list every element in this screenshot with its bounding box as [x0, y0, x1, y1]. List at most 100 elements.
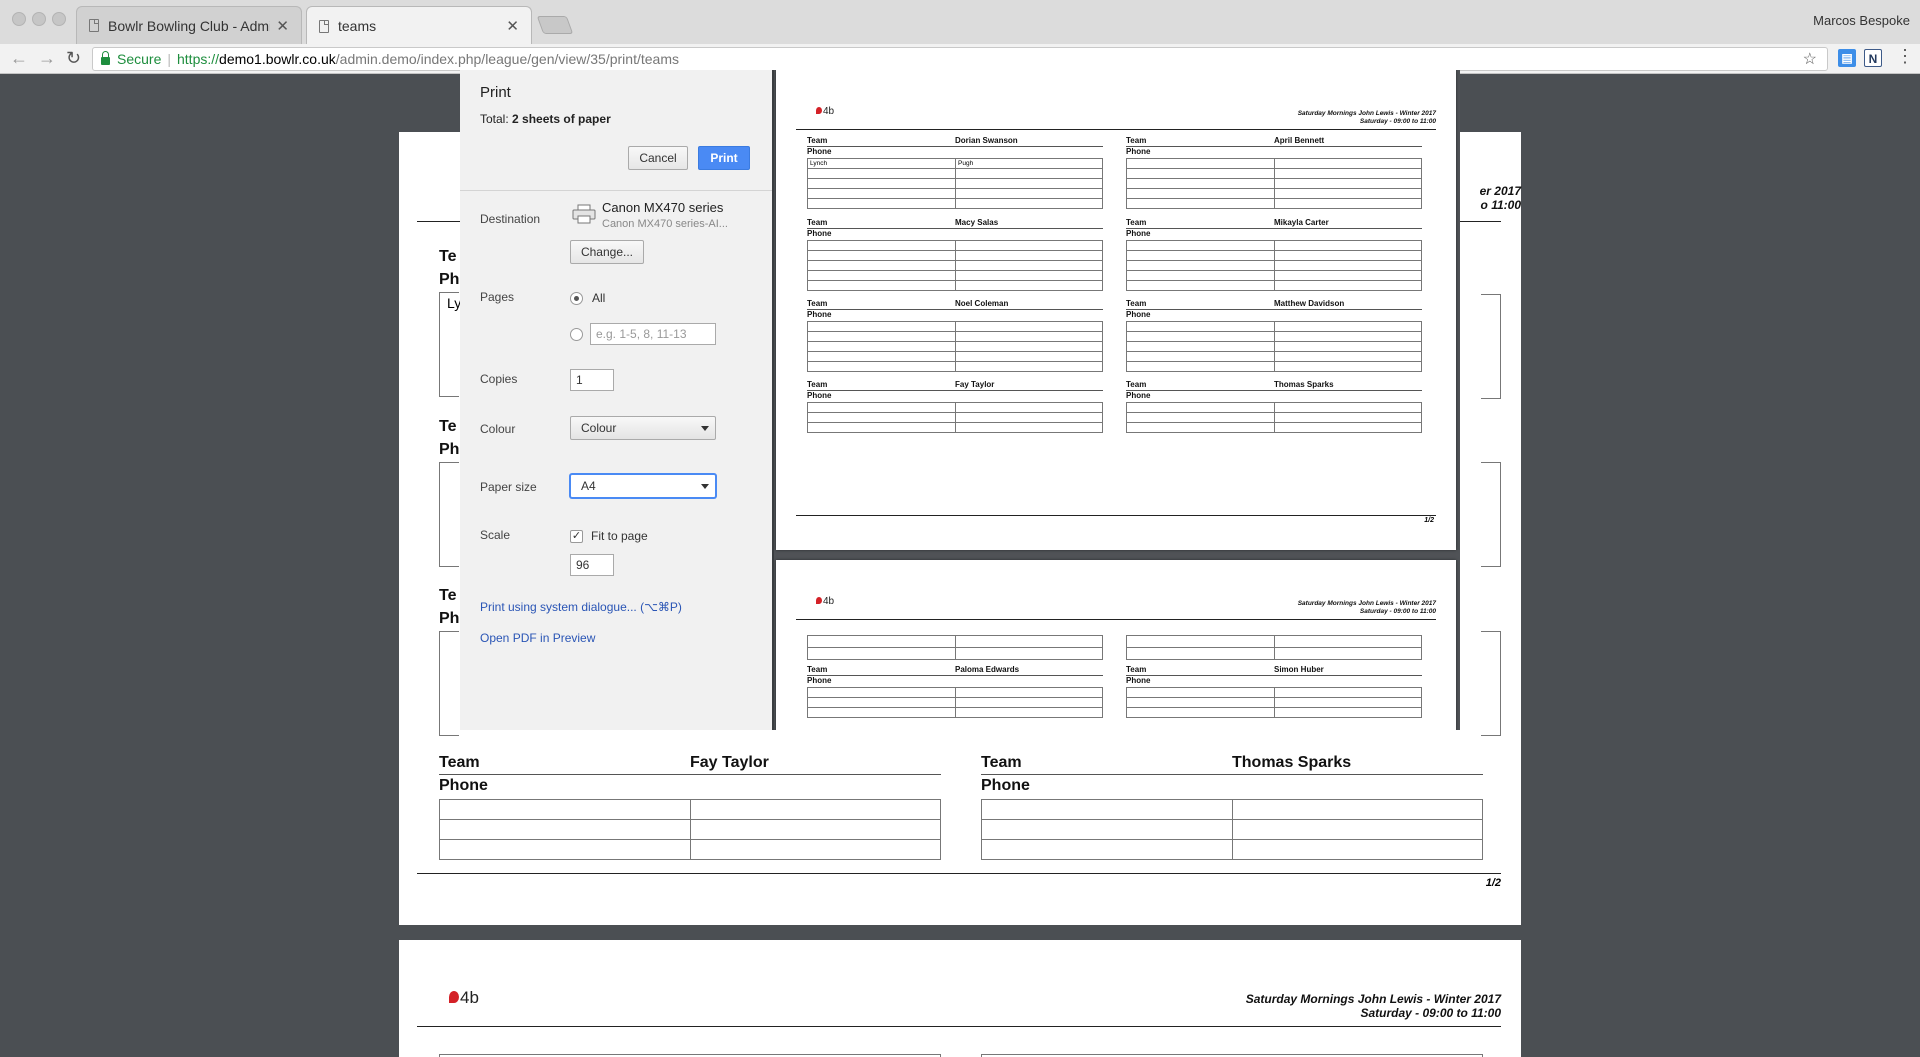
player-cell [1126, 412, 1275, 423]
phone-label: Phone [807, 229, 832, 238]
pages-custom-radio[interactable] [570, 328, 583, 341]
player-cell [955, 198, 1103, 209]
player-table [807, 402, 1103, 433]
profile-name[interactable]: Marcos Bespoke [1813, 13, 1910, 28]
tab-title: Bowlr Bowling Club - Administ [108, 17, 271, 34]
club-logo: 4b [816, 106, 834, 117]
colour-select[interactable]: Colour [570, 416, 716, 440]
preview-divider [772, 70, 774, 730]
logo-mark-icon [816, 597, 822, 604]
player-cell [1126, 270, 1275, 281]
browser-chrome: Bowlr Bowling Club - Administ ✕ teams ✕ … [0, 0, 1920, 74]
print-dialog: Print Total: 2 sheets of paper Cancel Pr… [460, 70, 772, 730]
scale-label: Scale [480, 528, 511, 542]
close-window-button[interactable] [12, 12, 26, 26]
player-cell [955, 250, 1103, 261]
player-table [1126, 321, 1422, 372]
n-extension-icon[interactable]: N [1864, 49, 1882, 67]
bookmark-star-icon[interactable]: ☆ [1803, 49, 1817, 69]
player-table [981, 799, 1483, 860]
phone-label: Phone [1126, 676, 1151, 685]
player-table [1126, 158, 1422, 209]
player-cell [1126, 240, 1275, 251]
team-underline [1126, 675, 1422, 676]
copies-label: Copies [480, 372, 518, 386]
preview-page-1: 4b Saturday Mornings John Lewis - Winter… [776, 70, 1456, 550]
player-cell [1274, 412, 1422, 423]
player-cell [1274, 341, 1422, 352]
page-number: 1/2 [1485, 877, 1501, 889]
player-cell [1274, 280, 1422, 291]
phone-label: Ph [439, 610, 460, 627]
close-tab-icon[interactable]: ✕ [506, 17, 519, 35]
team-underline [807, 228, 1103, 229]
scale-input[interactable]: 96 [570, 554, 614, 576]
captain-name: Matthew Davidson [1274, 299, 1345, 308]
table-edge [439, 292, 459, 397]
pages-range-input[interactable]: e.g. 1-5, 8, 11-13 [590, 323, 716, 345]
pages-all-radio[interactable] [570, 292, 583, 305]
copies-input[interactable]: 1 [570, 369, 614, 391]
paper-size-select[interactable]: A4 [570, 474, 716, 498]
address-bar[interactable]: Secure | https:// demo1.bowlr.co.uk /adm… [92, 47, 1828, 71]
extension-icon[interactable]: ▤ [1838, 49, 1856, 67]
minimize-window-button[interactable] [32, 12, 46, 26]
player-cell [955, 178, 1103, 189]
header-rule [796, 129, 1436, 130]
player-cell [807, 422, 956, 433]
print-preview[interactable]: 4b Saturday Mornings John Lewis - Winter… [772, 70, 1460, 730]
change-destination-button[interactable]: Change... [570, 240, 644, 264]
tab-admin[interactable]: Bowlr Bowling Club - Administ ✕ [76, 6, 302, 44]
table-edge [439, 462, 459, 567]
team-label: Team [1126, 136, 1147, 145]
player-cell [1274, 260, 1422, 271]
player-cell [807, 240, 956, 251]
back-icon[interactable]: ← [10, 48, 28, 68]
team-label: Team [1126, 380, 1147, 389]
print-button[interactable]: Print [698, 146, 750, 170]
url-scheme: https:// [177, 51, 220, 67]
player-cell [955, 188, 1103, 199]
cancel-button[interactable]: Cancel [628, 146, 688, 170]
open-pdf-link[interactable]: Open PDF in Preview [480, 631, 595, 645]
system-dialog-link[interactable]: Print using system dialogue... (⌥⌘P) [480, 600, 682, 614]
colour-label: Colour [480, 422, 516, 436]
player-cell [955, 240, 1103, 251]
url-host: demo1.bowlr.co.uk [219, 51, 336, 67]
team-underline [1126, 228, 1422, 229]
forward-icon[interactable]: → [38, 48, 56, 68]
player-cell [807, 321, 956, 332]
player-cell [955, 341, 1103, 352]
captain-name: Mikayla Carter [1274, 218, 1329, 227]
pages-all-label: All [592, 291, 606, 305]
close-tab-icon[interactable]: ✕ [276, 17, 289, 35]
player-cell [1126, 280, 1275, 291]
player-cell [1126, 402, 1275, 413]
zoom-window-button[interactable] [52, 12, 66, 26]
player-cell [1274, 178, 1422, 189]
player-cell [1126, 341, 1275, 352]
captain-name: Simon Huber [1274, 665, 1324, 674]
team-label: Team [439, 754, 480, 771]
player-table [807, 321, 1103, 372]
player-cell [1126, 361, 1275, 372]
fit-to-page-checkbox[interactable]: ✓ [570, 530, 583, 543]
menu-icon[interactable]: ⋮ [1896, 46, 1914, 66]
player-table [1126, 635, 1422, 660]
phone-label: Phone [807, 310, 832, 319]
team-underline [981, 774, 1483, 775]
reload-icon[interactable]: ↻ [66, 48, 81, 68]
player-cell [1274, 270, 1422, 281]
phone-label: Phone [807, 147, 832, 156]
captain-name: Fay Taylor [955, 380, 995, 389]
address-separator: | [167, 51, 171, 67]
team-card-thomas-sparks: Team Thomas Sparks Phone [981, 754, 1483, 874]
player-cell [955, 402, 1103, 413]
tab-teams[interactable]: teams ✕ [306, 6, 532, 45]
team-underline [439, 774, 941, 775]
league-schedule: Saturday - 09:00 to 11:00 [1359, 608, 1436, 615]
captain-name: Dorian Swanson [955, 136, 1018, 145]
team-card-partial: Te Ph [439, 418, 459, 458]
new-tab-button[interactable] [536, 16, 574, 34]
chevron-down-icon [701, 426, 709, 431]
